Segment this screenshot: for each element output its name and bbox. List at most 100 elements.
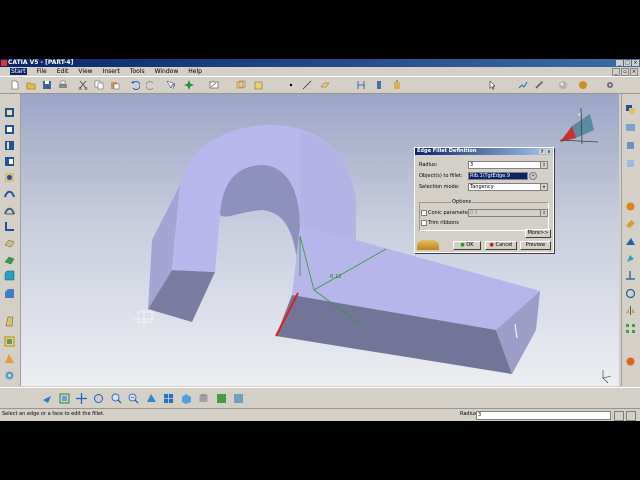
radius-spinner[interactable]: ↕ (540, 161, 548, 169)
rib-icon[interactable] (4, 188, 15, 199)
hide-show-icon[interactable] (216, 393, 227, 404)
edge-list-button[interactable]: • (529, 172, 537, 180)
material-icon[interactable] (578, 80, 588, 90)
measure-icon[interactable] (356, 80, 366, 90)
compass-icon[interactable] (184, 80, 194, 90)
rotation-icon[interactable] (625, 288, 636, 299)
power-input-field[interactable]: 3 (476, 411, 611, 420)
line-icon[interactable] (302, 80, 312, 90)
render-style-icon[interactable] (558, 80, 568, 90)
shell-icon[interactable] (4, 336, 15, 347)
select-arrow-icon[interactable] (488, 80, 498, 90)
maximize-button[interactable]: □ (624, 60, 631, 66)
edge-fillet-icon[interactable] (4, 270, 15, 281)
cut-icon[interactable] (78, 80, 88, 90)
trim-ribbons-checkbox[interactable] (421, 220, 427, 226)
thick-surface-icon[interactable] (625, 218, 636, 229)
union-trim-icon[interactable] (625, 140, 636, 151)
redo-icon[interactable] (146, 80, 156, 90)
doc-minimize-button[interactable]: _ (612, 68, 620, 76)
menu-start[interactable]: Start (10, 68, 27, 75)
chamfer-icon[interactable] (4, 288, 15, 299)
more-button[interactable]: More>> (525, 229, 551, 238)
conic-parameter-input[interactable]: 0.5 (468, 209, 541, 217)
conic-parameter-spinner[interactable]: ↕ (540, 209, 548, 217)
translation-icon[interactable] (625, 270, 636, 281)
pocket-icon[interactable] (4, 124, 15, 135)
save-icon[interactable] (42, 80, 52, 90)
pan-icon[interactable] (76, 393, 87, 404)
zoom-in-icon[interactable] (111, 393, 122, 404)
menu-insert[interactable]: Insert (103, 68, 120, 75)
catalog-browser-icon[interactable] (518, 80, 528, 90)
ok-button[interactable]: ● OK (453, 241, 481, 250)
status-options-button[interactable] (626, 411, 636, 421)
draft-icon[interactable] (4, 316, 15, 327)
remove-lump-icon[interactable] (625, 158, 636, 169)
menu-file[interactable]: File (37, 68, 47, 75)
radius-input[interactable]: 3 (468, 161, 541, 169)
selection-mode-dropdown-icon[interactable]: ▾ (540, 183, 548, 191)
normal-view-icon[interactable] (146, 393, 157, 404)
axis-system-icon[interactable] (254, 80, 264, 90)
new-file-icon[interactable] (10, 80, 20, 90)
iso-view-icon[interactable] (181, 393, 192, 404)
fly-mode-icon[interactable] (42, 393, 53, 404)
copy-icon[interactable] (94, 80, 104, 90)
multi-view-icon[interactable] (163, 393, 174, 404)
mirror-icon[interactable] (625, 305, 636, 316)
hole-icon[interactable] (4, 172, 15, 183)
apply-material-icon[interactable] (625, 356, 636, 367)
boolean-operations-icon[interactable] (625, 104, 636, 115)
measure-item-icon[interactable] (374, 80, 384, 90)
close-button[interactable]: × (632, 60, 639, 66)
dialog-close-button[interactable]: × (546, 149, 552, 154)
paste-icon[interactable] (110, 80, 120, 90)
dialog-help-button[interactable]: ? (539, 149, 545, 154)
sketcher-icon[interactable] (209, 80, 219, 90)
menu-window[interactable]: Window (155, 68, 179, 75)
plane-shape-icon[interactable] (320, 80, 330, 90)
doc-close-button[interactable]: × (630, 68, 638, 76)
preview-button[interactable]: Preview (520, 241, 551, 250)
multi-section-solid-icon[interactable] (4, 237, 15, 248)
tools-icon[interactable] (534, 80, 544, 90)
thread-icon[interactable] (4, 370, 15, 381)
assemble-icon[interactable] (625, 122, 636, 133)
pad-icon[interactable] (4, 107, 15, 118)
menu-tools[interactable]: Tools (130, 68, 145, 75)
fit-all-icon[interactable] (59, 393, 70, 404)
undo-icon[interactable] (130, 80, 140, 90)
doc-restore-button[interactable]: ▫ (621, 68, 629, 76)
open-folder-icon[interactable] (26, 80, 36, 90)
shading-icon[interactable] (198, 393, 209, 404)
settings-gear-icon[interactable] (605, 80, 615, 90)
status-stop-button[interactable] (614, 411, 624, 421)
rotate-view-icon[interactable] (93, 393, 104, 404)
minimize-button[interactable]: _ (616, 60, 623, 66)
zoom-out-icon[interactable] (128, 393, 139, 404)
point-icon[interactable] (286, 80, 296, 90)
menu-view[interactable]: View (78, 68, 92, 75)
conic-parameter-checkbox[interactable] (421, 210, 427, 216)
menu-edit[interactable]: Edit (57, 68, 69, 75)
print-icon[interactable] (58, 80, 68, 90)
remove-section-icon[interactable] (4, 254, 15, 265)
close-surface-icon[interactable] (625, 236, 636, 247)
pattern-icon[interactable] (625, 323, 636, 334)
split-icon[interactable] (625, 201, 636, 212)
shaft-icon[interactable] (4, 140, 15, 151)
sew-surface-icon[interactable] (625, 253, 636, 264)
thickness-icon[interactable] (4, 353, 15, 364)
cancel-button[interactable]: ● Cancel (485, 241, 517, 250)
dialog-title-bar[interactable]: Edge Fillet Definition ? × (415, 148, 553, 155)
whats-this-icon[interactable]: ? (166, 80, 176, 90)
groove-icon[interactable] (4, 156, 15, 167)
plane-icon[interactable] (236, 80, 246, 90)
stiffener-icon[interactable] (4, 221, 15, 232)
measure-inertia-icon[interactable] (392, 80, 402, 90)
swap-visible-space-icon[interactable] (233, 393, 244, 404)
objects-to-fillet-field[interactable]: Rib.1\TgtEdge.9 (468, 172, 528, 180)
selection-mode-select[interactable]: Tangency (468, 183, 541, 191)
slot-icon[interactable] (4, 205, 15, 216)
